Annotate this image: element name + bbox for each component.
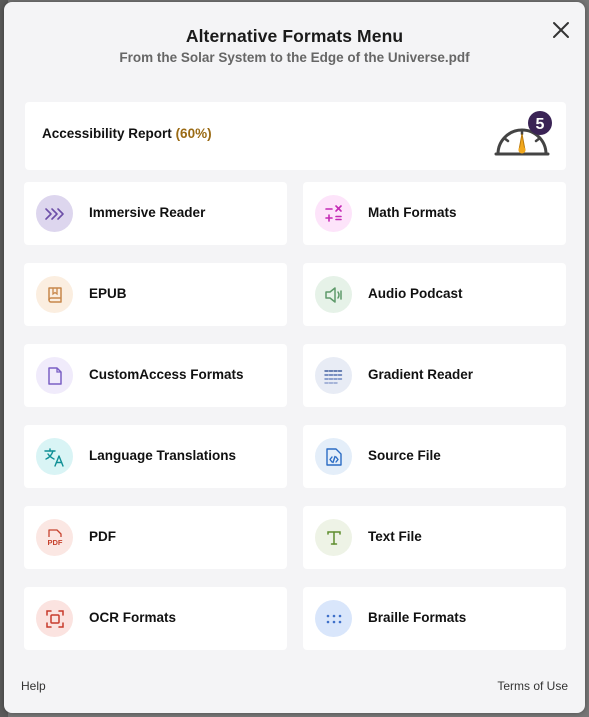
modal-title: Alternative Formats Menu: [185, 26, 404, 46]
format-card-math-formats[interactable]: Math Formats: [303, 182, 566, 245]
document-icon: [36, 357, 73, 394]
alternative-formats-modal: Alternative Formats Menu From the Solar …: [4, 2, 585, 713]
format-card-epub[interactable]: EPUB: [24, 263, 287, 326]
format-label: Text File: [368, 529, 422, 544]
format-card-immersive-reader[interactable]: Immersive Reader: [24, 182, 287, 245]
pdf-icon: PDF: [36, 519, 73, 556]
format-label: OCR Formats: [89, 610, 177, 625]
help-link[interactable]: Help: [21, 679, 46, 693]
modal-subtitle: From the Solar System to the Edge of the…: [119, 50, 470, 65]
format-card-customaccess-formats[interactable]: CustomAccess Formats: [24, 344, 287, 407]
close-button[interactable]: [549, 18, 573, 42]
accessibility-report-label-wrap: Accessibility Report (60%): [42, 126, 212, 141]
gauge-icon: 5: [494, 111, 552, 156]
format-label: Audio Podcast: [368, 286, 463, 301]
format-card-text-file[interactable]: Text File: [303, 506, 566, 569]
format-card-braille-formats[interactable]: Braille Formats: [303, 587, 566, 650]
ocr-scan-icon: [36, 600, 73, 637]
terms-of-use-link[interactable]: Terms of Use: [497, 679, 568, 693]
close-icon: [553, 22, 569, 38]
immersive-reader-icon: [36, 195, 73, 232]
format-label: PDF: [89, 529, 116, 544]
accessibility-score-badge: 5: [536, 116, 545, 133]
svg-text:PDF: PDF: [47, 538, 62, 547]
format-card-gradient-reader[interactable]: Gradient Reader: [303, 344, 566, 407]
format-card-source-file[interactable]: Source File: [303, 425, 566, 488]
format-card-ocr-formats[interactable]: OCR Formats: [24, 587, 287, 650]
format-label: Math Formats: [368, 205, 457, 220]
format-label: EPUB: [89, 286, 127, 301]
accessibility-report-label: Accessibility Report: [42, 126, 172, 141]
format-card-pdf[interactable]: PDF PDF: [24, 506, 287, 569]
book-icon: [36, 276, 73, 313]
braille-dots-icon: [315, 600, 352, 637]
format-label: Source File: [368, 448, 441, 463]
format-card-language-translations[interactable]: Language Translations: [24, 425, 287, 488]
accessibility-report-percent: (60%): [175, 126, 212, 141]
accessibility-report[interactable]: Accessibility Report (60%) 5: [25, 102, 566, 170]
format-label: Braille Formats: [368, 610, 467, 625]
format-label: Language Translations: [89, 448, 237, 463]
format-label: CustomAccess Formats: [89, 367, 244, 382]
format-card-audio-podcast[interactable]: Audio Podcast: [303, 263, 566, 326]
text-t-icon: [315, 519, 352, 556]
source-code-icon: [315, 438, 352, 475]
translate-icon: [36, 438, 73, 475]
format-label: Immersive Reader: [89, 205, 206, 220]
math-formats-icon: [315, 195, 352, 232]
speaker-icon: [315, 276, 352, 313]
format-label: Gradient Reader: [368, 367, 474, 382]
gradient-lines-icon: [315, 357, 352, 394]
